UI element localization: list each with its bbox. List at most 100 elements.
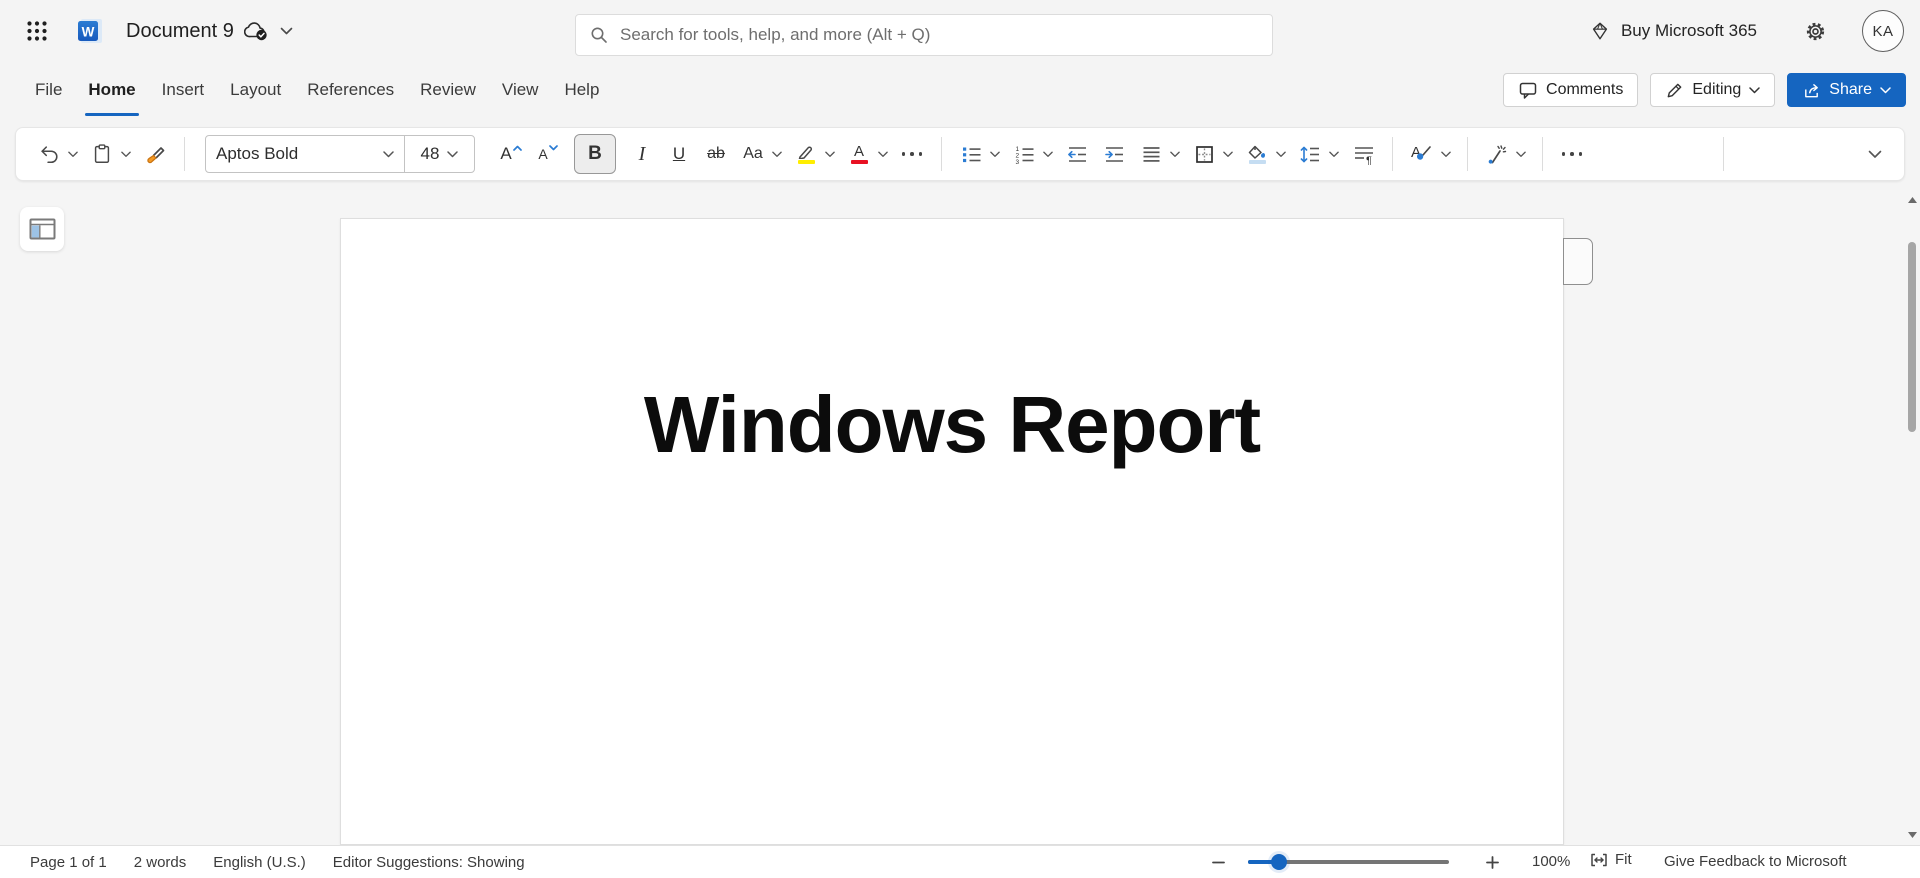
italic-button[interactable]: I [627,136,657,172]
font-name-select[interactable]: Aptos Bold [206,136,404,172]
scroll-up-button[interactable] [1904,192,1920,208]
tab-layout[interactable]: Layout [217,62,294,118]
styles-chevron[interactable] [1439,149,1453,160]
borders-chevron[interactable] [1221,149,1235,160]
paragraph-format-button[interactable]: ¶ [1348,136,1378,172]
tab-help[interactable]: Help [551,62,612,118]
shading-button[interactable] [1242,136,1272,172]
align-button[interactable] [1136,136,1166,172]
numbering-chevron[interactable] [1041,149,1055,160]
paste-menu-chevron[interactable] [119,149,133,160]
bullets-chevron[interactable] [988,149,1002,160]
paste-button[interactable] [87,136,117,172]
format-painter-icon [147,147,165,164]
font-combo: Aptos Bold 48 [205,135,475,173]
share-label: Share [1829,81,1872,98]
grow-font-button[interactable]: A [496,136,526,172]
more-font-options-button[interactable] [897,136,927,172]
editing-mode-button[interactable]: Editing [1650,73,1776,107]
tab-references[interactable]: References [294,62,407,118]
increase-indent-button[interactable] [1099,136,1129,172]
paste-icon [94,144,110,163]
change-case-chevron[interactable] [770,149,784,160]
search-bar[interactable] [575,14,1273,56]
more-commands-button[interactable] [1557,136,1587,172]
zoom-in-button[interactable] [1478,848,1506,876]
buy-microsoft-365-button[interactable]: Buy Microsoft 365 [1589,20,1757,42]
undo-menu-chevron[interactable] [66,149,80,160]
settings-button[interactable] [1803,19,1828,44]
page-side-widget[interactable] [1563,238,1593,285]
magic-wand-icon [1488,145,1507,164]
search-icon [591,27,607,43]
word-count-status[interactable]: 2 words [134,854,187,871]
vertical-scrollbar[interactable] [1904,190,1920,845]
strikethrough-button[interactable]: ab [701,136,731,172]
line-spacing-chevron[interactable] [1327,149,1341,160]
borders-icon [1195,145,1213,163]
bullets-button[interactable] [956,136,986,172]
format-painter-button[interactable] [140,136,170,172]
shading-chevron[interactable] [1274,149,1288,160]
account-avatar[interactable]: KA [1862,10,1904,52]
share-button[interactable]: Share [1787,73,1906,107]
search-input[interactable] [620,25,1258,45]
cloud-saved-icon[interactable] [243,20,270,42]
tab-review[interactable]: Review [407,62,489,118]
decrease-indent-icon [1068,146,1086,162]
line-spacing-button[interactable] [1295,136,1325,172]
fit-label: Fit [1615,851,1632,868]
word-icon: W [78,19,102,43]
undo-button[interactable] [34,136,64,172]
app-launcher-button[interactable] [18,12,56,50]
tab-file[interactable]: File [22,62,75,118]
collapse-ribbon-button[interactable] [1866,148,1884,161]
decrease-indent-button[interactable] [1062,136,1092,172]
document-page[interactable]: Windows Report [340,218,1564,845]
align-chevron[interactable] [1168,149,1182,160]
svg-text:3: 3 [1015,159,1019,165]
magic-wand-chevron[interactable] [1514,149,1528,160]
tab-view[interactable]: View [489,62,552,118]
borders-button[interactable] [1189,136,1219,172]
zoom-slider-thumb[interactable] [1271,854,1287,870]
document-canvas: Windows Report [0,190,1920,845]
document-title[interactable]: Document 9 [126,20,234,43]
shading-icon [1247,145,1267,164]
scroll-down-button[interactable] [1904,827,1920,843]
comments-button[interactable]: Comments [1503,73,1639,107]
title-menu-chevron-icon[interactable] [280,27,293,35]
highlight-color-button[interactable] [791,136,821,172]
numbering-button[interactable]: 1 2 3 [1009,136,1039,172]
tab-insert[interactable]: Insert [149,62,218,118]
font-color-chevron[interactable] [876,149,890,160]
styles-button[interactable]: A [1407,136,1437,172]
document-heading-text: Windows Report [643,380,1261,469]
navigation-pane-toggle-button[interactable] [20,207,64,251]
highlight-color-chevron[interactable] [823,149,837,160]
ribbon-divider [184,137,185,171]
magic-wand-button[interactable] [1482,136,1512,172]
font-color-button[interactable]: A [844,136,874,172]
document-title-group: Document 9 [126,0,293,62]
highlight-icon [796,145,816,164]
zoom-slider[interactable] [1248,854,1449,870]
editor-suggestions-status[interactable]: Editor Suggestions: Showing [333,854,525,871]
paragraph-marks-icon: ¶ [1354,146,1373,165]
bold-button[interactable]: B [574,134,616,174]
page-count-status[interactable]: Page 1 of 1 [30,854,107,871]
feedback-link[interactable]: Give Feedback to Microsoft [1664,853,1847,870]
tab-home[interactable]: Home [75,62,148,118]
fit-page-button[interactable]: Fit [1590,851,1632,868]
gear-icon [1806,22,1825,40]
font-size-select[interactable]: 48 [404,136,474,172]
language-status[interactable]: English (U.S.) [213,854,306,871]
editing-chevron-icon [1749,86,1761,93]
zoom-level-value[interactable]: 100% [1532,853,1570,870]
ribbon-divider [941,137,942,171]
zoom-out-button[interactable] [1204,848,1232,876]
change-case-button[interactable]: Aa [738,136,768,172]
scrollbar-thumb[interactable] [1908,242,1916,432]
underline-button[interactable]: U [664,136,694,172]
shrink-font-button[interactable]: A [533,136,563,172]
